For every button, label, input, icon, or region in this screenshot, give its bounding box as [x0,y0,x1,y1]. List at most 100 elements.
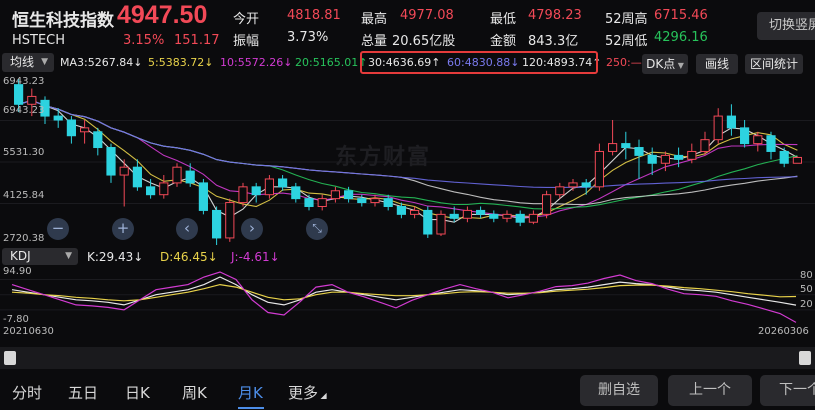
candle-body [383,198,393,207]
amount-value: 843.3亿 [528,34,579,49]
price-axis-high: 6943.23 [3,105,45,116]
ma3-value: MA3:5267.84↓ [60,56,143,69]
draw-line-button[interactable]: 画线 [696,54,738,74]
candle-body [344,190,354,200]
candle-body [436,213,446,235]
switch-portrait-button[interactable]: 切换竖屏 [757,12,815,40]
candle-body [93,131,103,149]
candle-body [634,147,644,156]
candle-body [449,213,459,219]
highlight-box [360,51,598,74]
next-button[interactable]: 下一个 [760,375,815,406]
index-name: 恒生科技指数 [12,11,114,31]
dropdown-arrow-icon: ▼ [675,61,684,70]
candle-body [687,150,697,160]
ma-selector[interactable]: 均线 ▼ [2,53,54,72]
candle-body [502,213,512,219]
kdj-svg [0,271,815,323]
candle-body [647,154,657,164]
dk-point-button[interactable]: DK点 ▼ [642,54,688,74]
candle-body [185,170,195,184]
kdj-indicator-bar: KDJ ▼ K:29.43↓ D:46.45↓ J:-4.61↓ [0,248,815,266]
previous-button[interactable]: 上一个 [668,375,752,406]
scroll-handle-left[interactable] [4,351,16,365]
zoom-in-button[interactable]: + [112,218,134,240]
tab-intraday[interactable]: 分时 [12,382,42,403]
low-label: 最低 [490,12,517,27]
open-label: 今开 [233,12,260,27]
candle-body [568,182,578,188]
index-code: HSTECH [12,33,66,48]
watermark: 东方财富 [335,145,432,170]
tab-monthly-k[interactable]: 月K [238,382,263,403]
candle-body [555,186,565,196]
tab-more[interactable]: 更多 ◢ [288,382,327,403]
zoom-out-button[interactable]: − [47,218,69,240]
bottom-toolbar: 分时 五日 日K 周K 月K 更多 ◢ 删自选 上一个 下一个 [0,372,815,410]
candle-body [476,209,486,215]
tab-weekly-k[interactable]: 周K [182,382,207,403]
kdj-right-axis-50: 50 [800,284,813,295]
candle-body [146,186,156,196]
more-caret-icon: ◢ [318,391,327,400]
scroll-left-button[interactable]: ‹ [176,218,198,240]
candle-body [528,213,538,223]
candle-body [462,209,472,219]
kdj-chart[interactable]: 94.90 -7.80 80 50 20 20210630 20260306 [0,266,815,338]
candle-body [238,186,248,204]
amplitude-value: 3.73% [287,30,329,45]
candle-body [317,198,327,207]
dk-point-label: DK点 [646,57,676,71]
date-end: 20260306 [758,326,809,337]
week52-high-value: 6715.46 [654,8,708,23]
candle-body [608,143,618,152]
change-percent: 3.15% [123,33,165,48]
price-axis-top: 6943.23 [3,76,45,87]
change-value: 151.17 [174,33,220,48]
low-value: 4798.23 [528,8,582,23]
candle-body [251,186,261,196]
candle-body [726,115,736,129]
candle-body [740,127,750,145]
week52-low-value: 4296.16 [654,30,708,45]
candle-body [27,95,37,105]
candle-body [581,182,591,188]
candle-body [515,213,525,223]
kdj-selector[interactable]: KDJ ▼ [2,248,78,265]
range-stats-button[interactable]: 区间统计 [745,54,803,74]
tab-five-day[interactable]: 五日 [68,382,98,403]
candle-body [198,182,208,211]
candle-body [766,135,776,152]
candle-body [225,202,235,239]
candle-body [370,198,380,204]
scroll-handle-right[interactable] [799,351,811,365]
price-axis-mid: 5531.30 [3,147,45,158]
candle-body [159,182,169,196]
open-value: 4818.81 [287,8,341,23]
volume-label: 总量 [361,34,388,49]
dropdown-arrow-icon: ▼ [41,57,48,67]
last-price: 4947.50 [117,1,208,29]
candle-body [792,156,802,164]
candle-body [423,209,433,235]
candle-body [119,166,129,176]
chart-scrollbar[interactable] [0,347,815,369]
ma250-value: 250:— [606,56,642,69]
candle-body [621,143,631,149]
dropdown-arrow-icon: ▼ [65,251,72,261]
scroll-right-button[interactable]: › [241,218,263,240]
kdj-selector-label: KDJ [10,249,31,263]
candle-body [132,166,142,188]
kdj-right-axis-80: 80 [800,270,813,281]
date-start: 20210630 [3,326,54,337]
candle-body [542,194,552,215]
reset-zoom-icon[interactable]: ⤡ [306,218,328,240]
remove-favorite-button[interactable]: 删自选 [580,375,658,406]
high-label: 最高 [361,12,388,27]
candle-body [700,139,710,152]
candle-body [753,135,763,145]
candle-body [80,127,90,133]
quote-header: 恒生科技指数 HSTECH 4947.50 3.15% 151.17 今开 48… [0,0,815,52]
candle-body [14,84,24,105]
tab-daily-k[interactable]: 日K [125,382,150,403]
